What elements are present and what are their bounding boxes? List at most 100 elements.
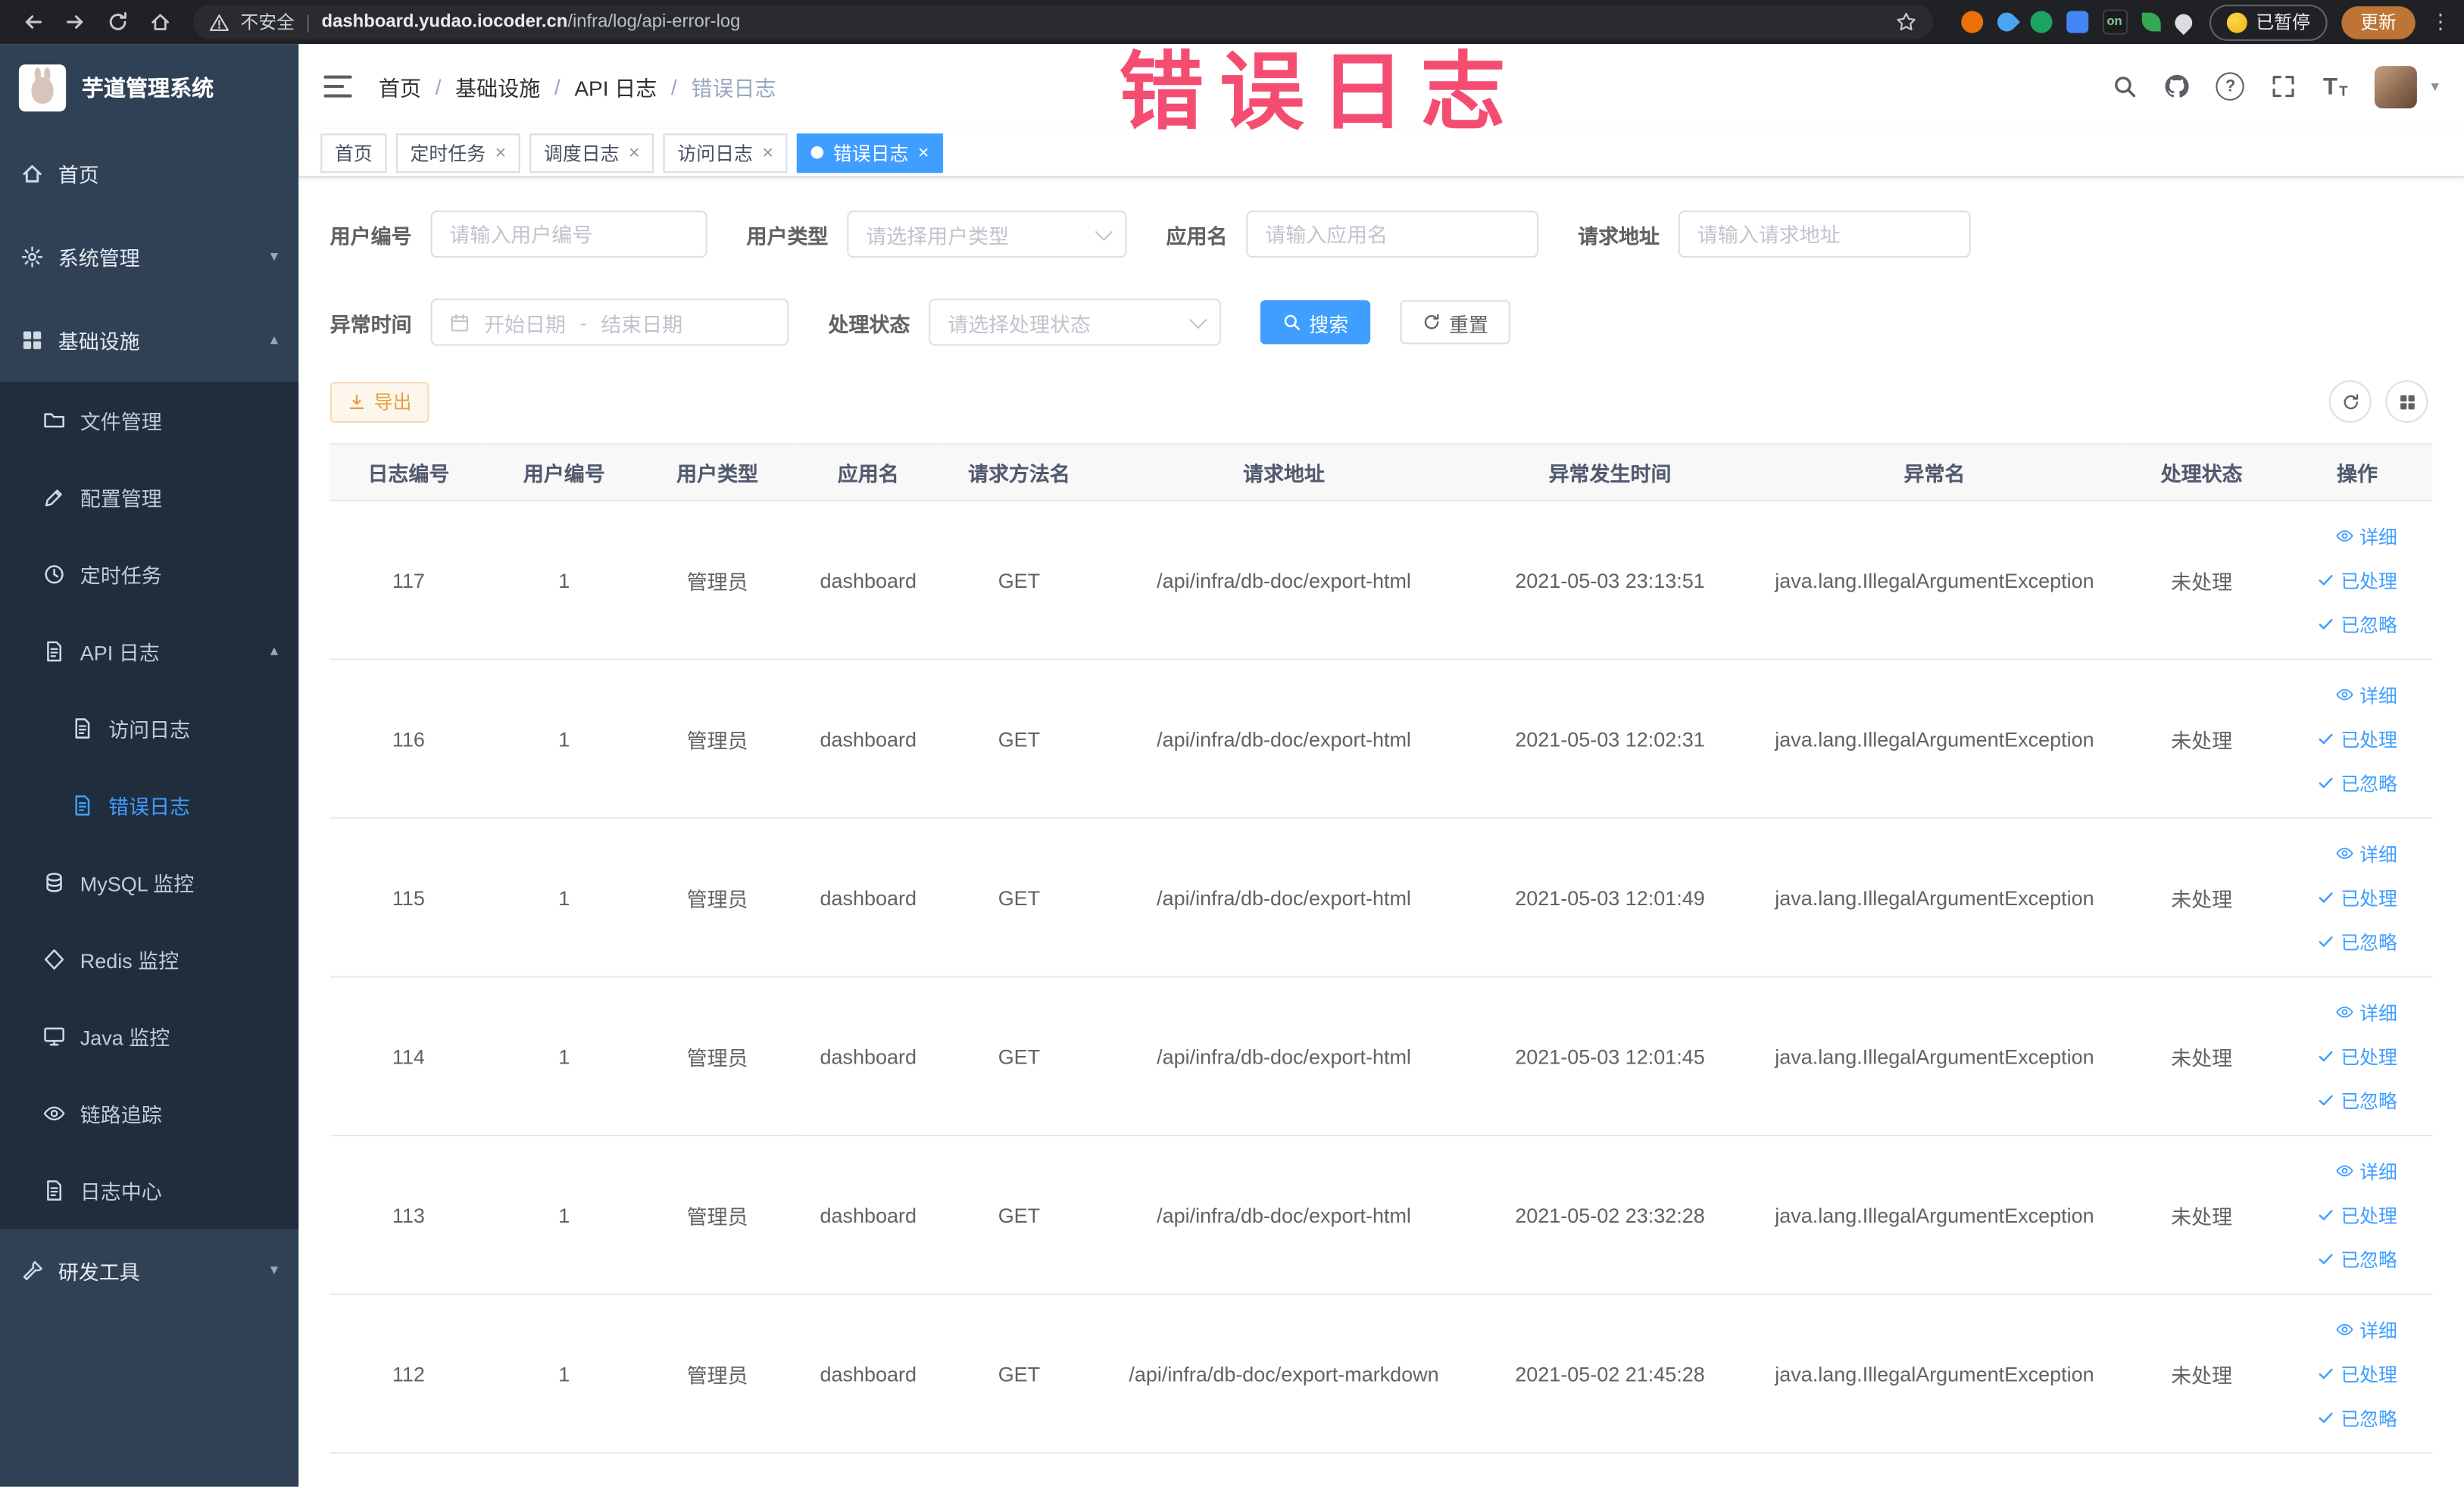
sidebar-item-java-monitor[interactable]: Java 监控 [0,998,298,1075]
page-url[interactable]: dashboard.yudao.iocoder.cn/infra/log/api… [322,13,741,32]
user-id-input[interactable] [430,211,707,258]
processed-link[interactable]: 已处理 [2317,567,2397,593]
close-icon[interactable]: × [918,142,929,164]
processed-link[interactable]: 已处理 [2317,725,2397,751]
exception-time-range-picker[interactable]: 开始日期 - 结束日期 [430,298,789,346]
app-logo[interactable]: 芋道管理系统 [0,44,298,132]
paused-label: 已暂停 [2256,14,2310,33]
extension-icon[interactable] [1992,8,2019,36]
ignored-link[interactable]: 已忽略 [2317,1245,2397,1272]
detail-link[interactable]: 详细 [2336,1317,2397,1343]
address-bar[interactable]: 不安全 | dashboard.yudao.iocoder.cn/infra/l… [193,5,1932,39]
ignored-link[interactable]: 已忽略 [2317,611,2397,637]
sidebar-menu: 首页 系统管理 ▾ 基础设施 ▴ 文件管理 配置管理 定时任务 API 日志 ▴… [0,132,299,1312]
processed-link[interactable]: 已处理 [2317,1043,2397,1070]
export-button[interactable]: 导出 [329,381,429,423]
main-content: 用户编号 用户类型 请选择用户类型 应用名 请求地址 异常时 [298,176,2464,1487]
sidebar-item-home[interactable]: 首页 [0,132,298,215]
tools-icon [20,1259,44,1282]
app-name-input[interactable] [1246,211,1539,258]
close-icon[interactable]: × [629,142,640,164]
status-select[interactable]: 请选择处理状态 [929,298,1222,346]
ignored-link[interactable]: 已忽略 [2317,1087,2397,1114]
bookmark-star-icon[interactable] [1894,11,1916,33]
extension-icon[interactable] [2141,12,2160,32]
eye-icon [2336,526,2355,545]
close-icon[interactable]: × [762,142,773,164]
sidebar-item-redis-monitor[interactable]: Redis 监控 [0,921,298,998]
browser-update-button[interactable]: 更新 [2341,5,2416,39]
grid-icon [2397,392,2416,411]
sidebar-item-access-log[interactable]: 访问日志 [0,690,298,767]
search-icon [1282,313,1301,332]
extension-icon[interactable] [2170,9,2195,35]
font-size-icon[interactable]: TT [2323,75,2348,98]
ignored-link[interactable]: 已忽略 [2317,770,2397,796]
github-icon[interactable] [2164,74,2189,99]
refresh-icon [2341,392,2359,411]
sidebar-item-mysql-monitor[interactable]: MySQL 监控 [0,844,298,921]
avatar-caret-down-icon[interactable]: ▾ [2431,78,2438,95]
sidebar-item-error-log[interactable]: 错误日志 [0,767,298,844]
processed-link[interactable]: 已处理 [2317,884,2397,911]
sidebar-item-file-management[interactable]: 文件管理 [0,382,298,459]
detail-link[interactable]: 详细 [2336,1157,2397,1184]
ignored-link[interactable]: 已忽略 [2317,928,2397,954]
cell-status: 未处理 [2121,500,2282,661]
breadcrumb-item[interactable]: 基础设施 [455,70,540,102]
request-url-input[interactable] [1678,211,1971,258]
user-type-select[interactable]: 请选择用户类型 [847,211,1127,258]
extension-icon[interactable] [2029,11,2052,33]
refresh-table-button[interactable] [2328,380,2372,423]
tab-home[interactable]: 首页 [320,133,387,173]
cell-time: 2021-05-03 12:01:49 [1472,817,1748,978]
help-icon[interactable]: ? [2216,72,2245,101]
processed-link[interactable]: 已处理 [2317,1360,2397,1387]
detail-link[interactable]: 详细 [2336,998,2397,1025]
search-button[interactable]: 搜索 [1260,300,1371,345]
reset-button[interactable]: 重置 [1400,300,1510,345]
profile-paused-button[interactable]: 已暂停 [2208,4,2328,40]
user-avatar[interactable] [2374,65,2417,108]
sidebar-item-log-center[interactable]: 日志中心 [0,1152,298,1229]
cell-time: 2021-05-03 12:02:31 [1472,659,1748,819]
tab-error-log[interactable]: 错误日志 × [797,133,944,173]
extension-icon[interactable] [2066,11,2088,33]
processed-label: 已处理 [2341,1204,2397,1227]
sidebar-toggle-icon[interactable] [323,75,352,98]
detail-link[interactable]: 详细 [2336,840,2397,867]
home-icon [20,162,44,186]
fullscreen-icon[interactable] [2272,74,2297,99]
table-row: 115 1 管理员 dashboard GET /api/infra/db-do… [329,817,2433,978]
detail-link[interactable]: 详细 [2336,523,2397,549]
extension-icon[interactable] [1960,11,1983,33]
ignored-link[interactable]: 已忽略 [2317,1404,2397,1431]
chevron-down-icon [1095,223,1113,241]
download-icon [348,392,367,411]
search-icon[interactable] [2113,74,2138,99]
close-icon[interactable]: × [495,142,507,164]
sidebar-item-config-management[interactable]: 配置管理 [0,459,298,536]
sidebar-item-api-log[interactable]: API 日志 ▴ [0,613,298,690]
browser-menu-icon[interactable]: ⋮ [2429,9,2451,34]
sidebar-item-infrastructure[interactable]: 基础设施 ▴ [0,298,298,382]
browser-home-button[interactable] [140,2,180,42]
processed-link[interactable]: 已处理 [2317,1201,2397,1228]
sidebar-item-scheduled-jobs[interactable]: 定时任务 [0,536,298,613]
tab-schedule-log[interactable]: 调度日志 × [529,133,654,173]
column-header-url: 请求地址 [1095,443,1472,501]
column-settings-button[interactable] [2385,380,2428,423]
extension-icon[interactable]: on [2101,9,2128,35]
detail-link[interactable]: 详细 [2336,681,2397,708]
browser-reload-button[interactable] [98,2,137,42]
sidebar-item-system-management[interactable]: 系统管理 ▾ [0,215,298,298]
breadcrumb-item[interactable]: 首页 [379,70,421,102]
sidebar-item-trace[interactable]: 链路追踪 [0,1075,298,1152]
tab-scheduled-jobs[interactable]: 定时任务 × [395,133,520,173]
browser-forward-button[interactable] [55,2,95,42]
sidebar-item-dev-tools[interactable]: 研发工具 ▾ [0,1229,298,1312]
breadcrumb-item[interactable]: API 日志 [574,70,657,102]
tab-access-log[interactable]: 访问日志 × [663,133,788,173]
security-label[interactable]: 不安全 [240,9,295,34]
browser-back-button[interactable] [13,2,52,42]
